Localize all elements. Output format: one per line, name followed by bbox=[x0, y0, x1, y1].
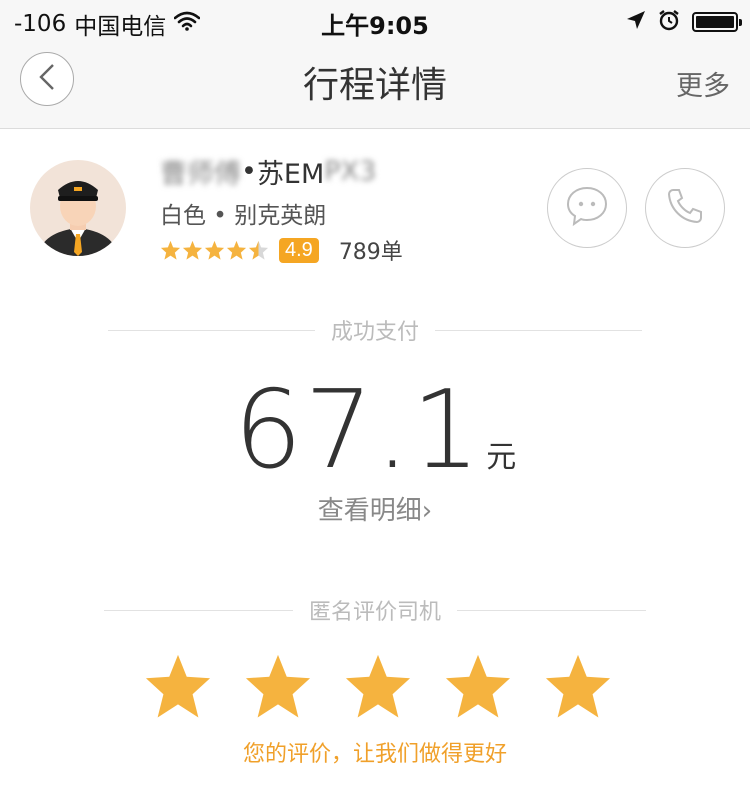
review-hint: 您的评价，让我们做得更好 bbox=[242, 742, 507, 767]
review-label: 匿名评价司机 bbox=[309, 600, 442, 625]
alarm-icon bbox=[658, 9, 680, 35]
star-icon bbox=[226, 240, 247, 260]
half-star-icon bbox=[248, 240, 269, 260]
call-driver-button[interactable] bbox=[645, 168, 725, 248]
order-count: 789单 bbox=[338, 240, 403, 265]
rating-score: 4.9 bbox=[279, 237, 319, 263]
star-icon bbox=[160, 240, 181, 260]
chat-bubble-icon bbox=[565, 184, 609, 232]
chevron-right-icon: › bbox=[421, 496, 433, 526]
nav-bar: 行程详情 更多 bbox=[0, 40, 750, 129]
view-details-label: 查看明细 bbox=[317, 496, 422, 526]
view-details-link[interactable]: 查看明细› bbox=[0, 490, 750, 527]
driver-name: 曹师傅 bbox=[160, 159, 241, 190]
name-separator: • bbox=[241, 156, 257, 187]
payment-status-divider: 成功支付 bbox=[108, 314, 643, 346]
rate-star-3[interactable] bbox=[343, 652, 413, 719]
license-plate: 苏EM bbox=[256, 159, 325, 190]
rate-star-1[interactable] bbox=[143, 652, 213, 719]
page-title: 行程详情 bbox=[302, 65, 447, 106]
rate-star-4[interactable] bbox=[443, 652, 513, 719]
phone-icon bbox=[664, 185, 706, 231]
star-icon bbox=[182, 240, 203, 260]
battery-icon bbox=[692, 12, 742, 32]
location-arrow-icon bbox=[626, 10, 646, 34]
payment-amount: 67.1 元 bbox=[0, 368, 750, 493]
driver-avatar bbox=[30, 160, 126, 256]
rate-star-2[interactable] bbox=[243, 652, 313, 719]
review-divider: 匿名评价司机 bbox=[104, 594, 647, 626]
status-bar: -106 中国电信 上午9:05 bbox=[0, 0, 750, 40]
payment-status: 成功支付 bbox=[331, 320, 420, 345]
amount-currency: 元 bbox=[486, 440, 517, 475]
amount-value: 67.1 bbox=[233, 368, 483, 493]
message-driver-button[interactable] bbox=[547, 168, 627, 248]
star-icon bbox=[204, 240, 225, 260]
rate-star-5[interactable] bbox=[543, 652, 613, 719]
driver-rating: 4.9 789单 bbox=[160, 234, 403, 266]
review-stars bbox=[143, 652, 613, 719]
rating-stars bbox=[160, 240, 269, 260]
driver-name-plate: 曹师傅 • 苏EM PX3 bbox=[160, 152, 376, 191]
status-right bbox=[626, 9, 742, 35]
more-button[interactable]: 更多 bbox=[676, 64, 730, 103]
car-info: 白色 • 别克英朗 bbox=[160, 203, 327, 229]
license-plate-hidden: PX3 bbox=[324, 156, 377, 187]
